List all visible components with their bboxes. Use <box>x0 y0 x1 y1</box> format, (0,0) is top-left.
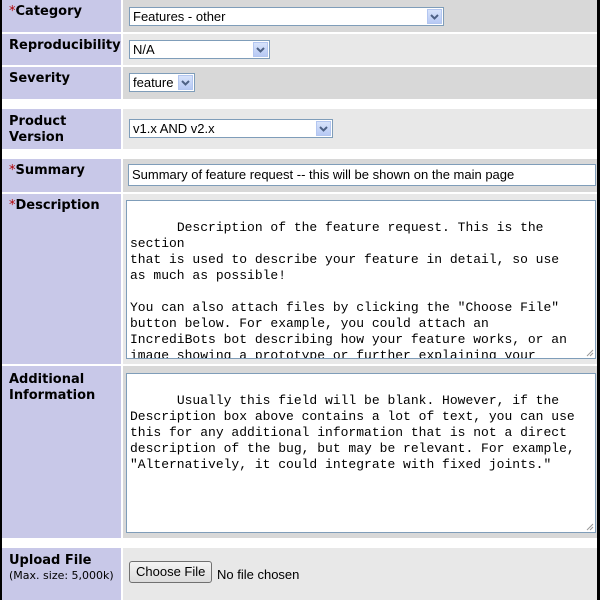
summary-field-cell: Summary of feature request -- this will … <box>123 159 597 192</box>
product-version-field-cell: v1.x AND v2.x <box>123 109 597 149</box>
description-label-text: Description <box>15 198 100 213</box>
summary-label: *Summary <box>2 159 121 192</box>
severity-value: feature <box>133 75 174 90</box>
chevron-down-icon[interactable] <box>427 9 442 24</box>
reproducibility-field-cell: N/A <box>123 34 597 65</box>
severity-row: Severity feature <box>2 67 597 99</box>
category-label-text: Category <box>15 4 82 19</box>
description-label: *Description <box>2 194 121 364</box>
product-version-value: v1.x AND v2.x <box>133 121 215 136</box>
upload-file-field-cell: Choose File No file chosen <box>123 548 597 600</box>
product-version-label: Product Version <box>2 109 121 149</box>
upload-file-row: Upload File (Max. size: 5,000k) Choose F… <box>2 548 597 600</box>
reproducibility-row: Reproducibility N/A <box>2 34 597 65</box>
category-row: *Category Features - other <box>2 0 597 32</box>
chevron-down-icon[interactable] <box>178 75 193 90</box>
product-version-select[interactable]: v1.x AND v2.x <box>129 119 333 138</box>
resize-grip-icon[interactable] <box>585 348 594 357</box>
additional-info-textarea[interactable]: Usually this field will be blank. Howeve… <box>126 373 596 533</box>
description-row: *Description Description of the feature … <box>2 194 597 364</box>
additional-info-row: Additional Information Usually this fiel… <box>2 366 597 538</box>
summary-label-text: Summary <box>15 163 85 178</box>
category-value: Features - other <box>133 9 226 24</box>
category-label: *Category <box>2 0 121 32</box>
severity-field-cell: feature <box>123 67 597 99</box>
upload-file-label-text: Upload File <box>9 553 92 568</box>
upload-size-hint: (Max. size: 5,000k) <box>9 569 114 582</box>
upload-file-label: Upload File (Max. size: 5,000k) <box>2 548 121 600</box>
description-text: Description of the feature request. This… <box>130 220 567 359</box>
chevron-down-icon[interactable] <box>253 42 268 57</box>
additional-info-field-cell: Usually this field will be blank. Howeve… <box>123 366 597 538</box>
choose-file-button[interactable]: Choose File <box>129 561 213 583</box>
product-version-row: Product Version v1.x AND v2.x <box>2 109 597 149</box>
chevron-down-icon[interactable] <box>316 121 331 136</box>
summary-row: *Summary Summary of feature request -- t… <box>2 159 597 192</box>
additional-info-text: Usually this field will be blank. Howeve… <box>130 393 575 472</box>
file-status: No file chosen <box>217 567 300 582</box>
reproducibility-select[interactable]: N/A <box>129 40 270 59</box>
reproducibility-value: N/A <box>133 42 155 57</box>
category-select[interactable]: Features - other <box>129 7 444 26</box>
additional-info-label: Additional Information <box>2 366 121 538</box>
severity-select[interactable]: feature <box>129 73 195 92</box>
description-textarea[interactable]: Description of the feature request. This… <box>126 200 596 359</box>
reproducibility-label: Reproducibility <box>2 34 121 65</box>
severity-label: Severity <box>2 67 121 99</box>
description-field-cell: Description of the feature request. This… <box>123 194 597 364</box>
category-field-cell: Features - other <box>123 0 597 32</box>
summary-input[interactable]: Summary of feature request -- this will … <box>128 164 596 186</box>
resize-grip-icon[interactable] <box>585 522 594 531</box>
